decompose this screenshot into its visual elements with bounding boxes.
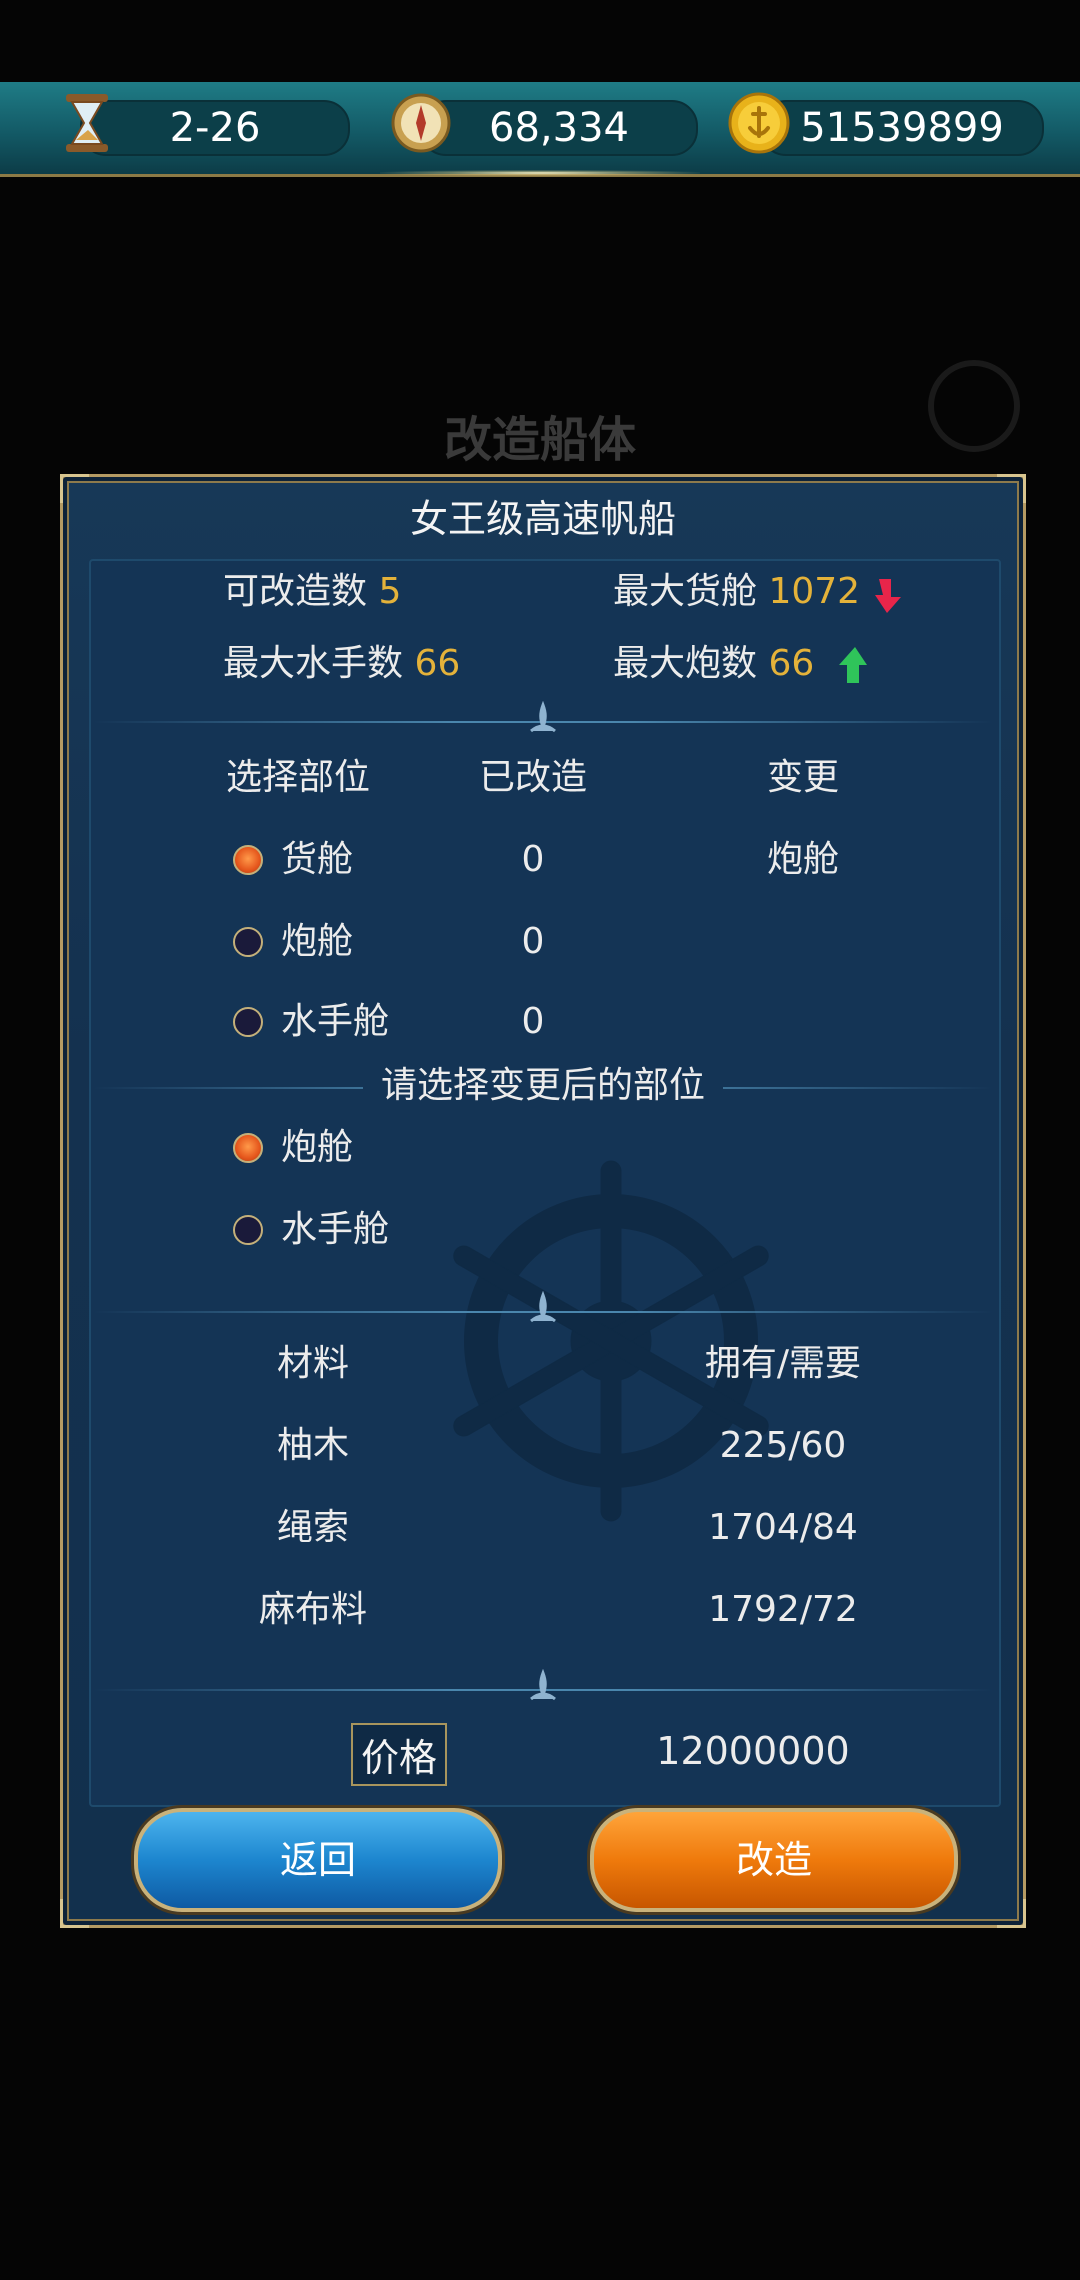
- part-label-cannon[interactable]: 炮舱: [281, 917, 353, 967]
- modifiable-label: 可改造数: [223, 571, 368, 612]
- header-change: 变更: [766, 757, 839, 798]
- modifiable-count: 可改造数 5: [223, 567, 401, 617]
- header-owned-needed: 拥有/需要: [704, 1343, 862, 1384]
- corner-ornament: [60, 1899, 89, 1928]
- max-sailors-label: 最大水手数: [223, 643, 404, 684]
- resource-bar: 2-26 68,334 51539899: [0, 82, 1080, 177]
- divider-ornament-icon: [530, 1669, 556, 1701]
- header-modified: 已改造: [478, 757, 587, 798]
- gold-coin-icon: [728, 92, 790, 154]
- max-cargo-label: 最大货舱: [613, 571, 758, 612]
- max-cargo-value: 1072: [768, 571, 861, 612]
- back-button[interactable]: 返回: [134, 1808, 502, 1912]
- max-sailors: 最大水手数 66: [223, 639, 460, 689]
- part-modified-cargo: 0: [521, 839, 545, 880]
- max-cannons-value: 66: [768, 643, 815, 684]
- header-select-part: 选择部位: [225, 757, 370, 798]
- modifiable-value: 5: [378, 571, 402, 612]
- header-material: 材料: [276, 1343, 349, 1384]
- radio-sailor-hold[interactable]: [233, 1007, 263, 1037]
- background-title: 改造船体: [443, 412, 636, 468]
- radio-after-cannon[interactable]: [233, 1133, 263, 1163]
- radio-cannon-hold[interactable]: [233, 927, 263, 957]
- max-cannons: 最大炮数 66: [613, 639, 814, 689]
- part-label-sailor[interactable]: 水手舱: [281, 997, 389, 1047]
- radio-cargo-hold[interactable]: [233, 845, 263, 875]
- ship-modify-dialog: 女王级高速帆船 可改造数 5 最大货舱 1072 最大水手数 66 最大炮数 6…: [60, 474, 1026, 1928]
- gold-value: 51539899: [800, 105, 1004, 151]
- material-amount: 1792/72: [708, 1589, 858, 1630]
- compass-pill: 68,334: [420, 100, 698, 156]
- background-back-icon: [928, 360, 1020, 452]
- after-option-sailor[interactable]: 水手舱: [281, 1205, 389, 1255]
- divider-ornament-icon: [530, 701, 556, 733]
- increase-arrow-icon: [839, 647, 867, 683]
- divider-ornament-icon: [530, 1291, 556, 1323]
- material-name: 绳索: [276, 1507, 349, 1548]
- radio-after-sailor[interactable]: [233, 1215, 263, 1245]
- material-name: 柚木: [276, 1425, 349, 1466]
- max-cargo: 最大货舱 1072: [613, 567, 860, 617]
- after-option-cannon[interactable]: 炮舱: [281, 1123, 353, 1173]
- decrease-arrow-icon: [875, 579, 901, 613]
- hourglass-icon: [66, 94, 108, 152]
- part-modified-cannon: 0: [521, 921, 545, 962]
- compass-value: 68,334: [489, 105, 629, 151]
- price-value: 12000000: [656, 1729, 850, 1773]
- material-amount: 1704/84: [708, 1507, 858, 1548]
- corner-ornament: [997, 1899, 1026, 1928]
- price-label: 价格: [351, 1723, 448, 1786]
- after-change-prompt: 请选择变更后的部位: [363, 1061, 723, 1111]
- topbar-glow: [380, 170, 700, 176]
- max-sailors-value: 66: [414, 643, 461, 684]
- max-cannons-label: 最大炮数: [613, 643, 758, 684]
- gold-pill: 51539899: [760, 100, 1044, 156]
- dialog-title: 女王级高速帆船: [409, 497, 676, 541]
- modify-button[interactable]: 改造: [590, 1808, 958, 1912]
- part-modified-sailor: 0: [521, 1001, 545, 1042]
- part-label-cargo[interactable]: 货舱: [281, 835, 353, 885]
- material-amount: 225/60: [719, 1425, 847, 1466]
- material-name: 麻布料: [258, 1589, 367, 1630]
- part-change-cargo: 炮舱: [766, 839, 839, 880]
- compass-icon: [391, 93, 451, 153]
